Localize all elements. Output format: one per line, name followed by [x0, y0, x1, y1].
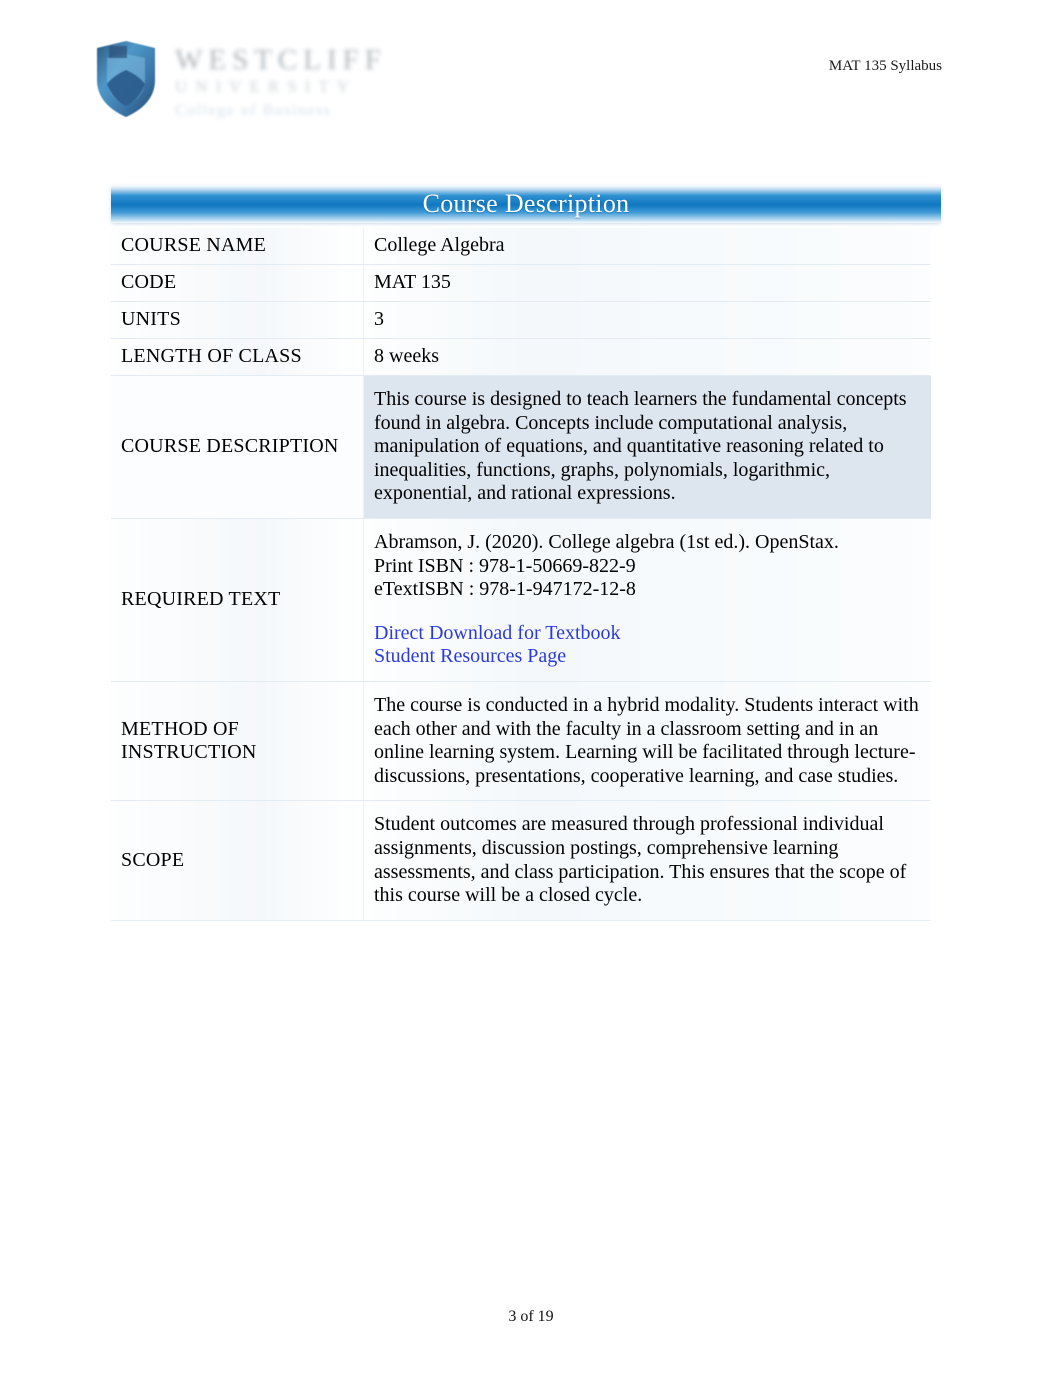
table-row: SCOPE Student outcomes are measured thro… — [111, 800, 931, 921]
link-student-resources-page[interactable]: Student Resources Page — [374, 645, 925, 669]
row-value-required-text: Abramson, J. (2020). College algebra (1s… — [363, 518, 931, 682]
row-value-course-description: This course is designed to teach learner… — [363, 375, 931, 519]
row-label-method-of-instruction: METHOD OF INSTRUCTION — [111, 681, 364, 802]
course-description-table: COURSE NAME College Algebra CODE MAT 135… — [111, 228, 931, 921]
logo-college: College of Business — [175, 101, 332, 119]
link-direct-download-textbook[interactable]: Direct Download for Textbook — [374, 622, 925, 646]
logo-name: WESTCLIFF — [175, 44, 387, 76]
row-value-length-of-class: 8 weeks — [363, 338, 931, 376]
row-label-length-of-class: LENGTH OF CLASS — [111, 338, 364, 376]
row-label-required-text: REQUIRED TEXT — [111, 518, 364, 682]
shield-icon — [95, 40, 157, 118]
table-row: COURSE DESCRIPTION This course is design… — [111, 375, 931, 519]
page-footer: 3 of 19 — [0, 1308, 1062, 1326]
table-row: LENGTH OF CLASS 8 weeks — [111, 338, 931, 376]
document-content: Course Description COURSE NAME College A… — [103, 185, 941, 921]
row-value-course-name: College Algebra — [363, 228, 931, 265]
row-label-course-name: COURSE NAME — [111, 228, 364, 265]
university-logo: WESTCLIFF UNIVERSITY College of Business — [95, 40, 435, 130]
print-isbn: Print ISBN : 978-1-50669-822-9 — [374, 554, 636, 577]
logo-subtitle: UNIVERSITY — [175, 77, 357, 96]
row-value-code: MAT 135 — [363, 264, 931, 302]
row-value-method-of-instruction: The course is conducted in a hybrid moda… — [363, 681, 931, 802]
table-row: CODE MAT 135 — [111, 264, 931, 302]
table-row: UNITS 3 — [111, 301, 931, 339]
header-document-title: MAT 135 Syllabus — [828, 58, 942, 74]
etext-isbn: eTextISBN : 978-1-947172-12-8 — [374, 578, 636, 601]
row-label-units: UNITS — [111, 301, 364, 339]
logo-wordmark: WESTCLIFF UNIVERSITY College of Business — [175, 40, 387, 123]
table-row: REQUIRED TEXT Abramson, J. (2020). Colle… — [111, 518, 931, 682]
row-label-course-description: COURSE DESCRIPTION — [111, 375, 364, 519]
row-value-units: 3 — [363, 301, 931, 339]
section-title: Course Description — [422, 189, 630, 218]
section-banner: Course Description — [111, 185, 941, 223]
row-label-code: CODE — [111, 264, 364, 302]
row-label-scope: SCOPE — [111, 800, 364, 921]
page-number: 3 of 19 — [508, 1308, 554, 1325]
textbook-citation: Abramson, J. (2020). College algebra (1s… — [374, 530, 839, 553]
table-row: COURSE NAME College Algebra — [111, 228, 931, 265]
row-value-scope: Student outcomes are measured through pr… — [363, 800, 931, 921]
table-row: METHOD OF INSTRUCTION The course is cond… — [111, 681, 931, 802]
page-header: WESTCLIFF UNIVERSITY College of Business… — [0, 0, 1062, 150]
